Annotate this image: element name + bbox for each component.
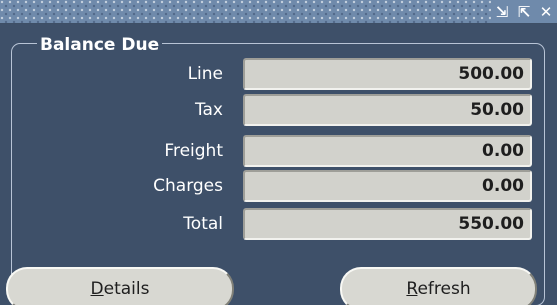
restore-arrow-icon[interactable]: ⇱ [515, 1, 533, 23]
total-label: Total [183, 214, 223, 234]
tax-field[interactable]: 50.00 [243, 94, 532, 126]
balance-due-window: ⇲ ⇱ ✕ Balance Due Line 500.00 Tax 50.00 … [0, 0, 557, 305]
details-label: etails [103, 279, 150, 299]
refresh-mnemonic: R [406, 279, 418, 299]
balance-panel: Balance Due Line 500.00 Tax 50.00 Freigh… [0, 24, 557, 305]
minimize-arrow-icon[interactable]: ⇲ [493, 1, 511, 23]
refresh-label: efresh [417, 279, 471, 299]
freight-label: Freight [164, 141, 223, 161]
total-field[interactable]: 550.00 [243, 208, 532, 240]
group-title: Balance Due [37, 36, 163, 54]
window-controls: ⇲ ⇱ ✕ [491, 0, 557, 23]
line-field[interactable]: 500.00 [243, 58, 532, 90]
refresh-button[interactable]: Refresh [340, 267, 537, 305]
charges-field[interactable]: 0.00 [243, 170, 532, 202]
tax-value: 50.00 [470, 100, 524, 120]
tax-label: Tax [194, 100, 223, 120]
close-icon[interactable]: ✕ [537, 1, 555, 23]
details-button[interactable]: Details [6, 267, 234, 305]
charges-label: Charges [153, 176, 223, 196]
charges-value: 0.00 [482, 176, 524, 196]
details-mnemonic: D [90, 279, 104, 299]
total-value: 550.00 [458, 214, 524, 234]
title-bar[interactable]: ⇲ ⇱ ✕ [0, 0, 557, 24]
freight-field[interactable]: 0.00 [243, 135, 532, 167]
line-label: Line [187, 64, 223, 84]
freight-value: 0.00 [482, 141, 524, 161]
line-value: 500.00 [458, 64, 524, 84]
